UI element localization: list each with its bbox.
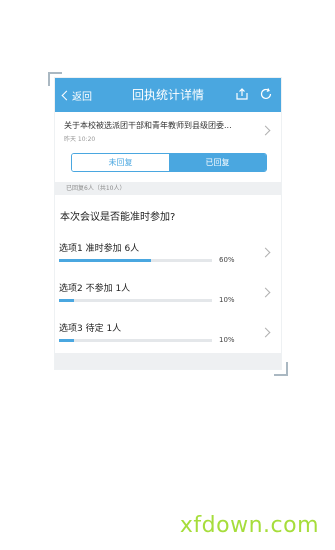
notice-time: 昨天 10:20 <box>64 136 96 143</box>
progress-fill <box>59 339 75 342</box>
progress-track <box>59 339 212 342</box>
progress-track <box>59 259 212 262</box>
option-label: 选项2 不参加 1人 <box>59 284 131 294</box>
chevron-right-icon <box>260 247 271 258</box>
option-label: 选项1 准时参加 6人 <box>59 244 140 254</box>
option-percent: 10% <box>219 296 235 304</box>
option-percent: 10% <box>219 336 235 344</box>
chevron-right-icon <box>260 125 271 136</box>
option-row[interactable]: 选项3 待定 1人 10% <box>55 313 281 354</box>
chevron-right-icon <box>260 287 271 298</box>
option-row[interactable]: 选项1 准时参加 6人 60% <box>55 233 281 274</box>
option-percent: 60% <box>219 256 235 264</box>
top-bar: 返回 回执统计详情 <box>55 78 281 112</box>
reply-summary-text: 已回复6人（共10人） <box>66 185 126 192</box>
option-row[interactable]: 选项2 不参加 1人 10% <box>55 273 281 314</box>
progress-track <box>59 299 212 302</box>
share-icon[interactable] <box>235 87 249 101</box>
phone-screen: 返回 回执统计详情 关于本校被选派团干部和青年教师到县级团委... 昨天 10:… <box>55 78 281 369</box>
watermark-text: xfdown.com <box>179 513 319 538</box>
notice-row[interactable]: 关于本校被选派团干部和青年教师到县级团委... 昨天 10:20 <box>55 112 281 150</box>
tab-replied[interactable]: 已回复 <box>169 154 266 171</box>
chevron-right-icon <box>260 327 271 338</box>
option-label: 选项3 待定 1人 <box>59 324 122 334</box>
question-row: 本次会议是否能准时参加? <box>55 195 281 234</box>
reply-summary: 已回复6人（共10人） <box>55 182 281 195</box>
tab-unreplied[interactable]: 未回复 <box>72 154 169 171</box>
progress-fill <box>59 299 75 302</box>
progress-fill <box>59 259 151 262</box>
reply-tabs: 未回复 已回复 <box>71 153 267 172</box>
question-text: 本次会议是否能准时参加? <box>60 212 176 223</box>
notice-title: 关于本校被选派团干部和青年教师到县级团委... <box>64 121 232 130</box>
bottom-spacer <box>55 353 281 369</box>
refresh-icon[interactable] <box>259 87 273 101</box>
